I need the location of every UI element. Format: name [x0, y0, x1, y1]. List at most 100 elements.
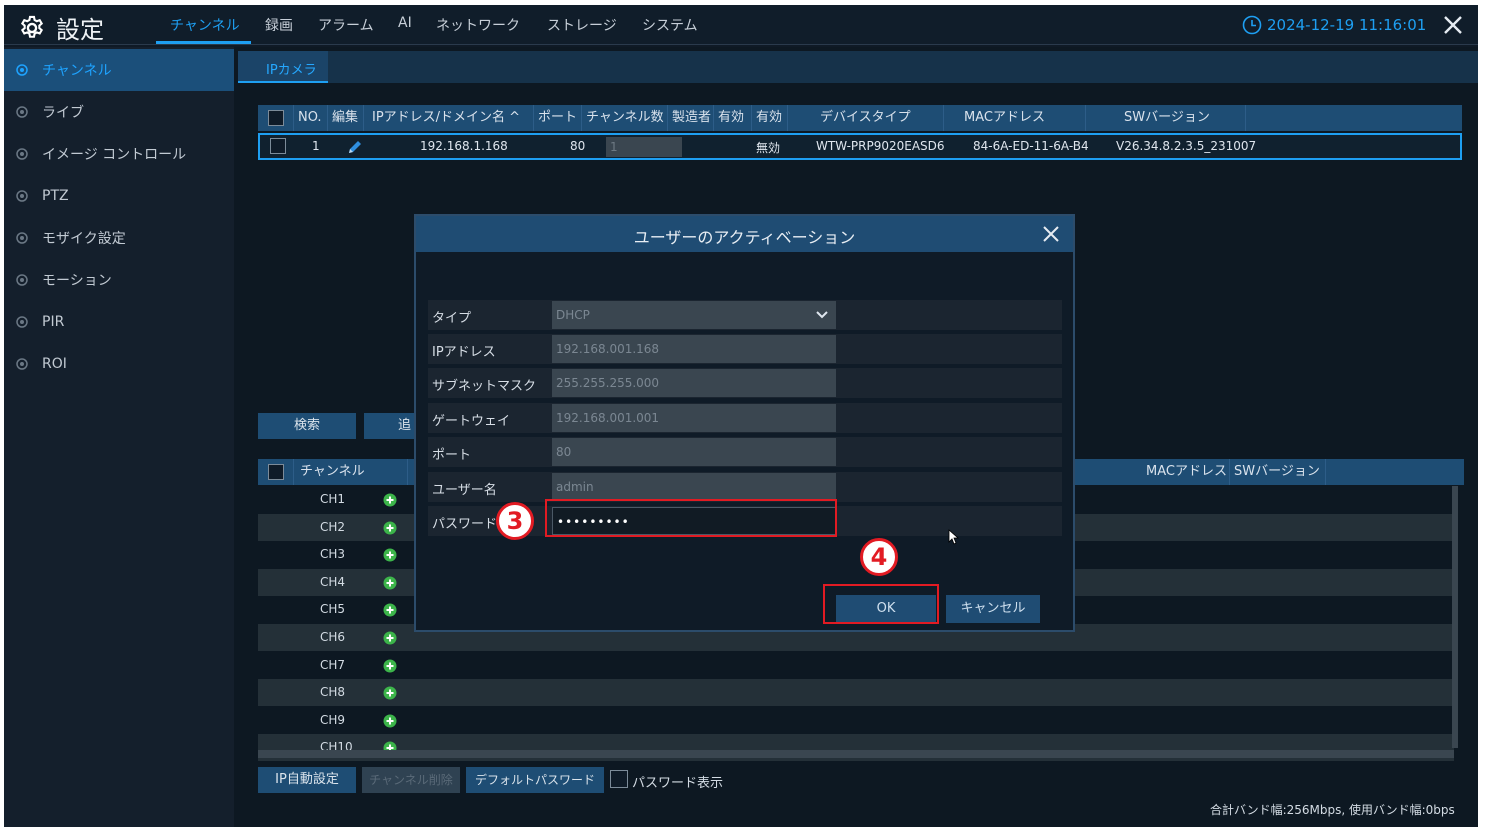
col-edit[interactable]: 編集	[328, 105, 364, 131]
step-3-marker: 3	[496, 502, 534, 540]
channel-name: CH7	[320, 657, 346, 672]
tab-channel[interactable]: チャンネル	[170, 15, 240, 35]
field-label: サブネットマスク	[432, 379, 537, 394]
select-all-checkbox[interactable]	[268, 110, 284, 126]
sidebar-item-mosaic[interactable]: モザイク設定	[4, 217, 234, 259]
col-mac[interactable]: MACアドレス	[1144, 459, 1230, 485]
sidebar-item-ptz[interactable]: PTZ	[4, 175, 234, 217]
tab-record[interactable]: 録画	[265, 15, 293, 35]
sidebar-item-live[interactable]: ライブ	[4, 91, 234, 133]
sidebar-item-label: PIR	[42, 314, 65, 330]
channel-name: CH6	[320, 630, 346, 644]
step-4-marker: 4	[860, 538, 898, 576]
sidebar-item-roi[interactable]: ROI	[4, 343, 234, 385]
add-channel-icon[interactable]	[383, 576, 397, 590]
tab-storage[interactable]: ストレージ	[547, 15, 617, 35]
row-ip: 192.168.1.168	[420, 139, 508, 153]
sidebar-item-image-control[interactable]: イメージ コントロール	[4, 133, 234, 175]
type-select-value: DHCP	[556, 308, 590, 322]
ok-highlight-box	[823, 584, 939, 624]
row-device-type: WTW-PRP9020EASD6	[816, 139, 945, 153]
dialog-title: ユーザーのアクティベーション	[633, 228, 856, 247]
select-all-checkbox[interactable]	[268, 464, 284, 480]
search-button[interactable]: 検索	[258, 413, 356, 439]
vertical-scrollbar[interactable]	[1452, 486, 1458, 748]
diamond-icon	[16, 64, 28, 76]
col-channel[interactable]: チャンネル	[294, 459, 408, 485]
select-all-cell	[258, 459, 294, 485]
tab-network[interactable]: ネットワーク	[436, 15, 520, 35]
horizontal-scrollbar[interactable]	[258, 750, 1454, 758]
col-port[interactable]: ポート	[534, 105, 582, 131]
diamond-icon	[16, 316, 28, 328]
close-icon[interactable]	[1441, 13, 1465, 37]
delete-channel-button: チャンネル削除	[362, 767, 460, 793]
add-channel-icon[interactable]	[383, 493, 397, 507]
channel-name: CH5	[320, 602, 346, 617]
add-channel-icon[interactable]	[383, 631, 397, 645]
sidebar-item-label: モザイク設定	[42, 231, 126, 247]
row-sw: V26.34.8.2.3.5_231007	[1116, 139, 1257, 153]
gear-icon	[20, 15, 44, 38]
add-channel-icon[interactable]	[383, 521, 397, 535]
col-enabled-1[interactable]: 有効	[714, 105, 752, 131]
cursor-icon	[948, 529, 960, 545]
table-row[interactable]: CH9	[258, 707, 1454, 734]
diamond-icon	[16, 358, 28, 370]
field-label: ポート	[432, 448, 472, 463]
col-sw[interactable]: SWバージョン	[1230, 459, 1326, 485]
table-row[interactable]: 1 192.168.1.168 80 1 無効 WTW-PRP9020EASD6…	[258, 133, 1462, 160]
field-label: IPアドレス	[432, 345, 496, 360]
device-table-header: NO. 編集 IPアドレス/ドメイン名 ^ ポート チャンネル数 製造者 有効 …	[258, 105, 1462, 131]
sidebar: チャンネル ライブ イメージ コントロール PTZ モザイク設定 モーション P…	[4, 47, 234, 827]
add-channel-icon[interactable]	[383, 603, 397, 617]
diamond-icon	[16, 190, 28, 202]
col-sw[interactable]: SWバージョン	[1086, 105, 1246, 131]
clock: 2024-12-19 11:16:01	[1242, 15, 1426, 35]
sidebar-item-label: イメージ コントロール	[42, 147, 187, 163]
field-port: ポート 80	[428, 437, 1062, 467]
tab-system[interactable]: システム	[642, 15, 698, 35]
row-checkbox[interactable]	[270, 138, 286, 154]
sidebar-item-pir[interactable]: PIR	[4, 301, 234, 343]
channel-name: CH8	[320, 685, 346, 700]
type-select[interactable]: DHCP	[552, 301, 836, 329]
tab-ip-camera[interactable]: IPカメラ	[238, 51, 328, 83]
col-channels[interactable]: チャンネル数	[582, 105, 668, 131]
show-password-checkbox[interactable]	[610, 770, 628, 788]
gateway-input: 192.168.001.001	[552, 404, 836, 432]
add-channel-icon[interactable]	[383, 548, 397, 562]
pencil-icon[interactable]	[346, 138, 364, 156]
add-channel-icon[interactable]	[383, 659, 397, 673]
field-label: ゲートウェイ	[432, 414, 511, 429]
bandwidth-status: 合計バンド幅:256Mbps, 使用バンド幅:0bps	[1210, 803, 1455, 817]
ip-auto-setup-button[interactable]: IP自動設定	[258, 767, 356, 793]
sub-tab-bar: IPカメラ	[238, 51, 1478, 83]
row-channels[interactable]: 1	[606, 137, 682, 157]
default-password-button[interactable]: デフォルトパスワード	[466, 767, 604, 793]
sidebar-item-label: チャンネル	[42, 63, 112, 79]
diamond-icon	[16, 148, 28, 160]
cancel-button[interactable]: キャンセル	[946, 595, 1040, 623]
sidebar-item-motion[interactable]: モーション	[4, 259, 234, 301]
channel-name: CH4	[320, 574, 346, 589]
table-row[interactable]: CH8	[258, 679, 1454, 707]
channel-name: CH2	[320, 519, 346, 534]
sidebar-item-channel[interactable]: チャンネル	[4, 49, 234, 91]
col-ip[interactable]: IPアドレス/ドメイン名 ^	[364, 105, 534, 131]
subnet-mask-input: 255.255.255.000	[552, 369, 836, 397]
col-enabled-2[interactable]: 有効	[752, 105, 788, 131]
col-no[interactable]: NO.	[294, 105, 328, 131]
add-channel-icon[interactable]	[383, 686, 397, 700]
col-mac[interactable]: MACアドレス	[944, 105, 1086, 131]
close-icon[interactable]	[1041, 224, 1061, 244]
col-manufacturer[interactable]: 製造者	[668, 105, 714, 131]
col-device-type[interactable]: デバイスタイプ	[788, 105, 944, 131]
table-row[interactable]: CH7	[258, 652, 1454, 679]
tab-ai[interactable]: AI	[398, 15, 412, 31]
add-channel-icon[interactable]	[383, 714, 397, 728]
sidebar-item-label: ROI	[42, 356, 67, 372]
sidebar-item-label: PTZ	[42, 188, 69, 204]
tab-alarm[interactable]: アラーム	[318, 15, 374, 35]
field-gateway: ゲートウェイ 192.168.001.001	[428, 403, 1062, 433]
